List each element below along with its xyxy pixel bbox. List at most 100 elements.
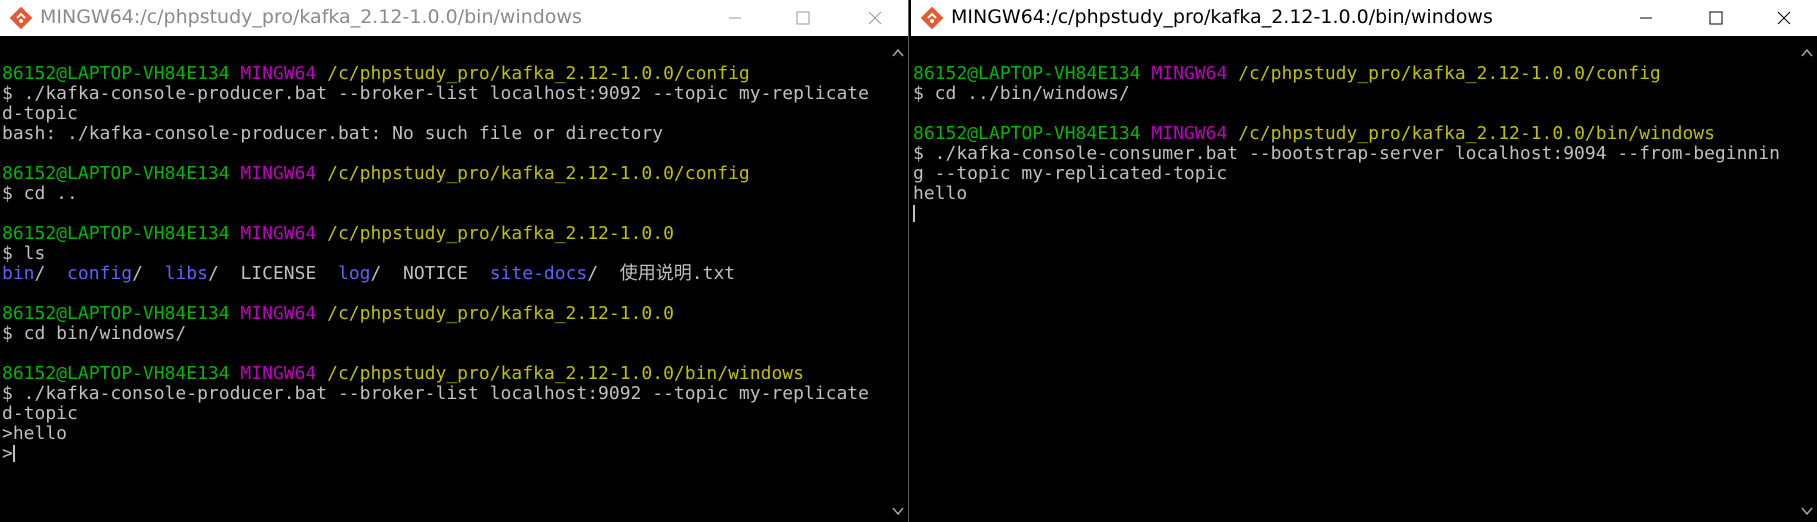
- terminal-output[interactable]: 86152@LAPTOP-VH84E134 MINGW64 /c/phpstud…: [2, 44, 869, 464]
- terminal-text: /c/phpstudy_pro/kafka_2.12-1.0.0/bin/win…: [1238, 123, 1715, 144]
- scrollbar[interactable]: [888, 44, 908, 522]
- terminal-line: [913, 204, 1780, 224]
- terminal-line: $ ls: [2, 244, 869, 264]
- terminal-text: MINGW64: [240, 163, 328, 184]
- terminal-text: hello: [913, 183, 968, 204]
- scrollbar[interactable]: [1797, 44, 1817, 522]
- terminal-text: d-topic: [2, 403, 78, 424]
- terminal-line: g --topic my-replicated-topic: [913, 164, 1780, 184]
- terminal-line: d-topic: [2, 104, 869, 124]
- terminal-text: 86152@LAPTOP-VH84E134: [2, 363, 241, 384]
- terminal-text: 86152@LAPTOP-VH84E134: [2, 63, 241, 84]
- terminal-line: bin/ config/ libs/ LICENSE log/ NOTICE s…: [2, 264, 869, 284]
- maximize-button[interactable]: [1693, 0, 1739, 36]
- text-cursor: [12, 445, 15, 462]
- terminal-text: $ ls: [2, 243, 46, 264]
- terminal-text: /c/phpstudy_pro/kafka_2.12-1.0.0/config: [327, 63, 750, 84]
- terminal-line: 86152@LAPTOP-VH84E134 MINGW64 /c/phpstud…: [2, 304, 869, 324]
- terminal-line: 86152@LAPTOP-VH84E134 MINGW64 /c/phpstud…: [913, 64, 1780, 84]
- close-button[interactable]: [1761, 0, 1807, 36]
- window-title: MINGW64:/c/phpstudy_pro/kafka_2.12-1.0.0…: [951, 6, 1493, 28]
- terminal-line: $ cd bin/windows/: [2, 324, 869, 344]
- terminal-text: /c/phpstudy_pro/kafka_2.12-1.0.0/config: [1238, 63, 1661, 84]
- terminal-output[interactable]: 86152@LAPTOP-VH84E134 MINGW64 /c/phpstud…: [913, 44, 1780, 224]
- git-bash-icon: [920, 6, 944, 30]
- terminal-text: / 使用说明.txt: [587, 263, 736, 284]
- terminal-text: $ ./kafka-console-producer.bat --broker-…: [2, 383, 869, 404]
- terminal-line: bash: ./kafka-console-producer.bat: No s…: [2, 124, 869, 144]
- terminal-line: $ ./kafka-console-consumer.bat --bootstr…: [913, 144, 1780, 164]
- terminal-text: / NOTICE: [370, 263, 490, 284]
- maximize-button[interactable]: [780, 0, 826, 36]
- close-icon: [868, 11, 882, 25]
- scroll-up-icon: [892, 48, 904, 57]
- terminal-text: /c/phpstudy_pro/kafka_2.12-1.0.0/bin/win…: [327, 363, 804, 384]
- terminal-line: 86152@LAPTOP-VH84E134 MINGW64 /c/phpstud…: [2, 224, 869, 244]
- terminal-text: 86152@LAPTOP-VH84E134: [913, 123, 1152, 144]
- terminal-text: / LICENSE: [207, 263, 338, 284]
- terminal-text: 86152@LAPTOP-VH84E134: [913, 63, 1152, 84]
- terminal-window-producer[interactable]: MINGW64:/c/phpstudy_pro/kafka_2.12-1.0.0…: [0, 0, 909, 522]
- terminal-text: $ ./kafka-console-consumer.bat --bootstr…: [913, 143, 1780, 164]
- terminal-text: $ ./kafka-console-producer.bat --broker-…: [2, 83, 869, 104]
- minimize-icon: [729, 17, 741, 19]
- terminal-text: site-docs: [489, 263, 588, 284]
- terminal-text: MINGW64: [240, 363, 328, 384]
- minimize-button[interactable]: [712, 0, 758, 36]
- terminal-line: hello: [913, 184, 1780, 204]
- terminal-text: bin: [2, 263, 35, 284]
- text-cursor: [913, 205, 915, 222]
- terminal-line: 86152@LAPTOP-VH84E134 MINGW64 /c/phpstud…: [2, 64, 869, 84]
- terminal-text: /c/phpstudy_pro/kafka_2.12-1.0.0/config: [327, 163, 750, 184]
- terminal-text: 86152@LAPTOP-VH84E134: [2, 303, 241, 324]
- close-icon: [1777, 11, 1791, 25]
- minimize-button[interactable]: [1623, 0, 1669, 36]
- terminal-line: 86152@LAPTOP-VH84E134 MINGW64 /c/phpstud…: [2, 164, 869, 184]
- terminal-text: /: [34, 263, 68, 284]
- terminal-line: 86152@LAPTOP-VH84E134 MINGW64 /c/phpstud…: [913, 124, 1780, 144]
- terminal-text: MINGW64: [240, 63, 328, 84]
- scroll-down-icon: [1801, 507, 1813, 516]
- terminal-line: $ cd ../bin/windows/: [913, 84, 1780, 104]
- close-button[interactable]: [852, 0, 898, 36]
- terminal-line: >: [2, 444, 869, 464]
- terminal-text: /: [132, 263, 165, 284]
- terminal-text: $ cd ../bin/windows/: [913, 83, 1130, 104]
- terminal-text: $ cd bin/windows/: [2, 323, 187, 344]
- scroll-up-icon: [1801, 48, 1813, 57]
- terminal-line: $ ./kafka-console-producer.bat --broker-…: [2, 84, 869, 104]
- terminal-line: >hello: [2, 424, 869, 444]
- terminal-text: /c/phpstudy_pro/kafka_2.12-1.0.0: [327, 303, 674, 324]
- minimize-icon: [1640, 17, 1652, 19]
- git-bash-icon: [9, 6, 33, 30]
- terminal-text: libs: [164, 263, 208, 284]
- terminal-text: /c/phpstudy_pro/kafka_2.12-1.0.0: [327, 223, 674, 244]
- terminal-line: d-topic: [2, 404, 869, 424]
- terminal-text: >hello: [2, 423, 68, 444]
- window-title: MINGW64:/c/phpstudy_pro/kafka_2.12-1.0.0…: [40, 6, 582, 28]
- terminal-text: MINGW64: [1151, 123, 1239, 144]
- maximize-icon: [1709, 11, 1723, 25]
- terminal-text: 86152@LAPTOP-VH84E134: [2, 223, 241, 244]
- terminal-window-consumer[interactable]: MINGW64:/c/phpstudy_pro/kafka_2.12-1.0.0…: [911, 0, 1817, 522]
- title-bar[interactable]: MINGW64:/c/phpstudy_pro/kafka_2.12-1.0.0…: [911, 0, 1817, 36]
- terminal-text: log: [337, 263, 371, 284]
- terminal-line: $ ./kafka-console-producer.bat --broker-…: [2, 384, 869, 404]
- terminal-line: $ cd ..: [2, 184, 869, 204]
- terminal-text: g --topic my-replicated-topic: [913, 163, 1228, 184]
- scroll-down-icon: [892, 507, 904, 516]
- terminal-text: >: [2, 443, 13, 464]
- terminal-text: MINGW64: [240, 303, 328, 324]
- terminal-text: d-topic: [2, 103, 78, 124]
- maximize-icon: [796, 11, 810, 25]
- terminal-text: MINGW64: [240, 223, 328, 244]
- terminal-text: $ cd ..: [2, 183, 78, 204]
- terminal-text: config: [67, 263, 133, 284]
- title-bar[interactable]: MINGW64:/c/phpstudy_pro/kafka_2.12-1.0.0…: [0, 0, 908, 36]
- terminal-text: bash: ./kafka-console-producer.bat: No s…: [2, 123, 664, 144]
